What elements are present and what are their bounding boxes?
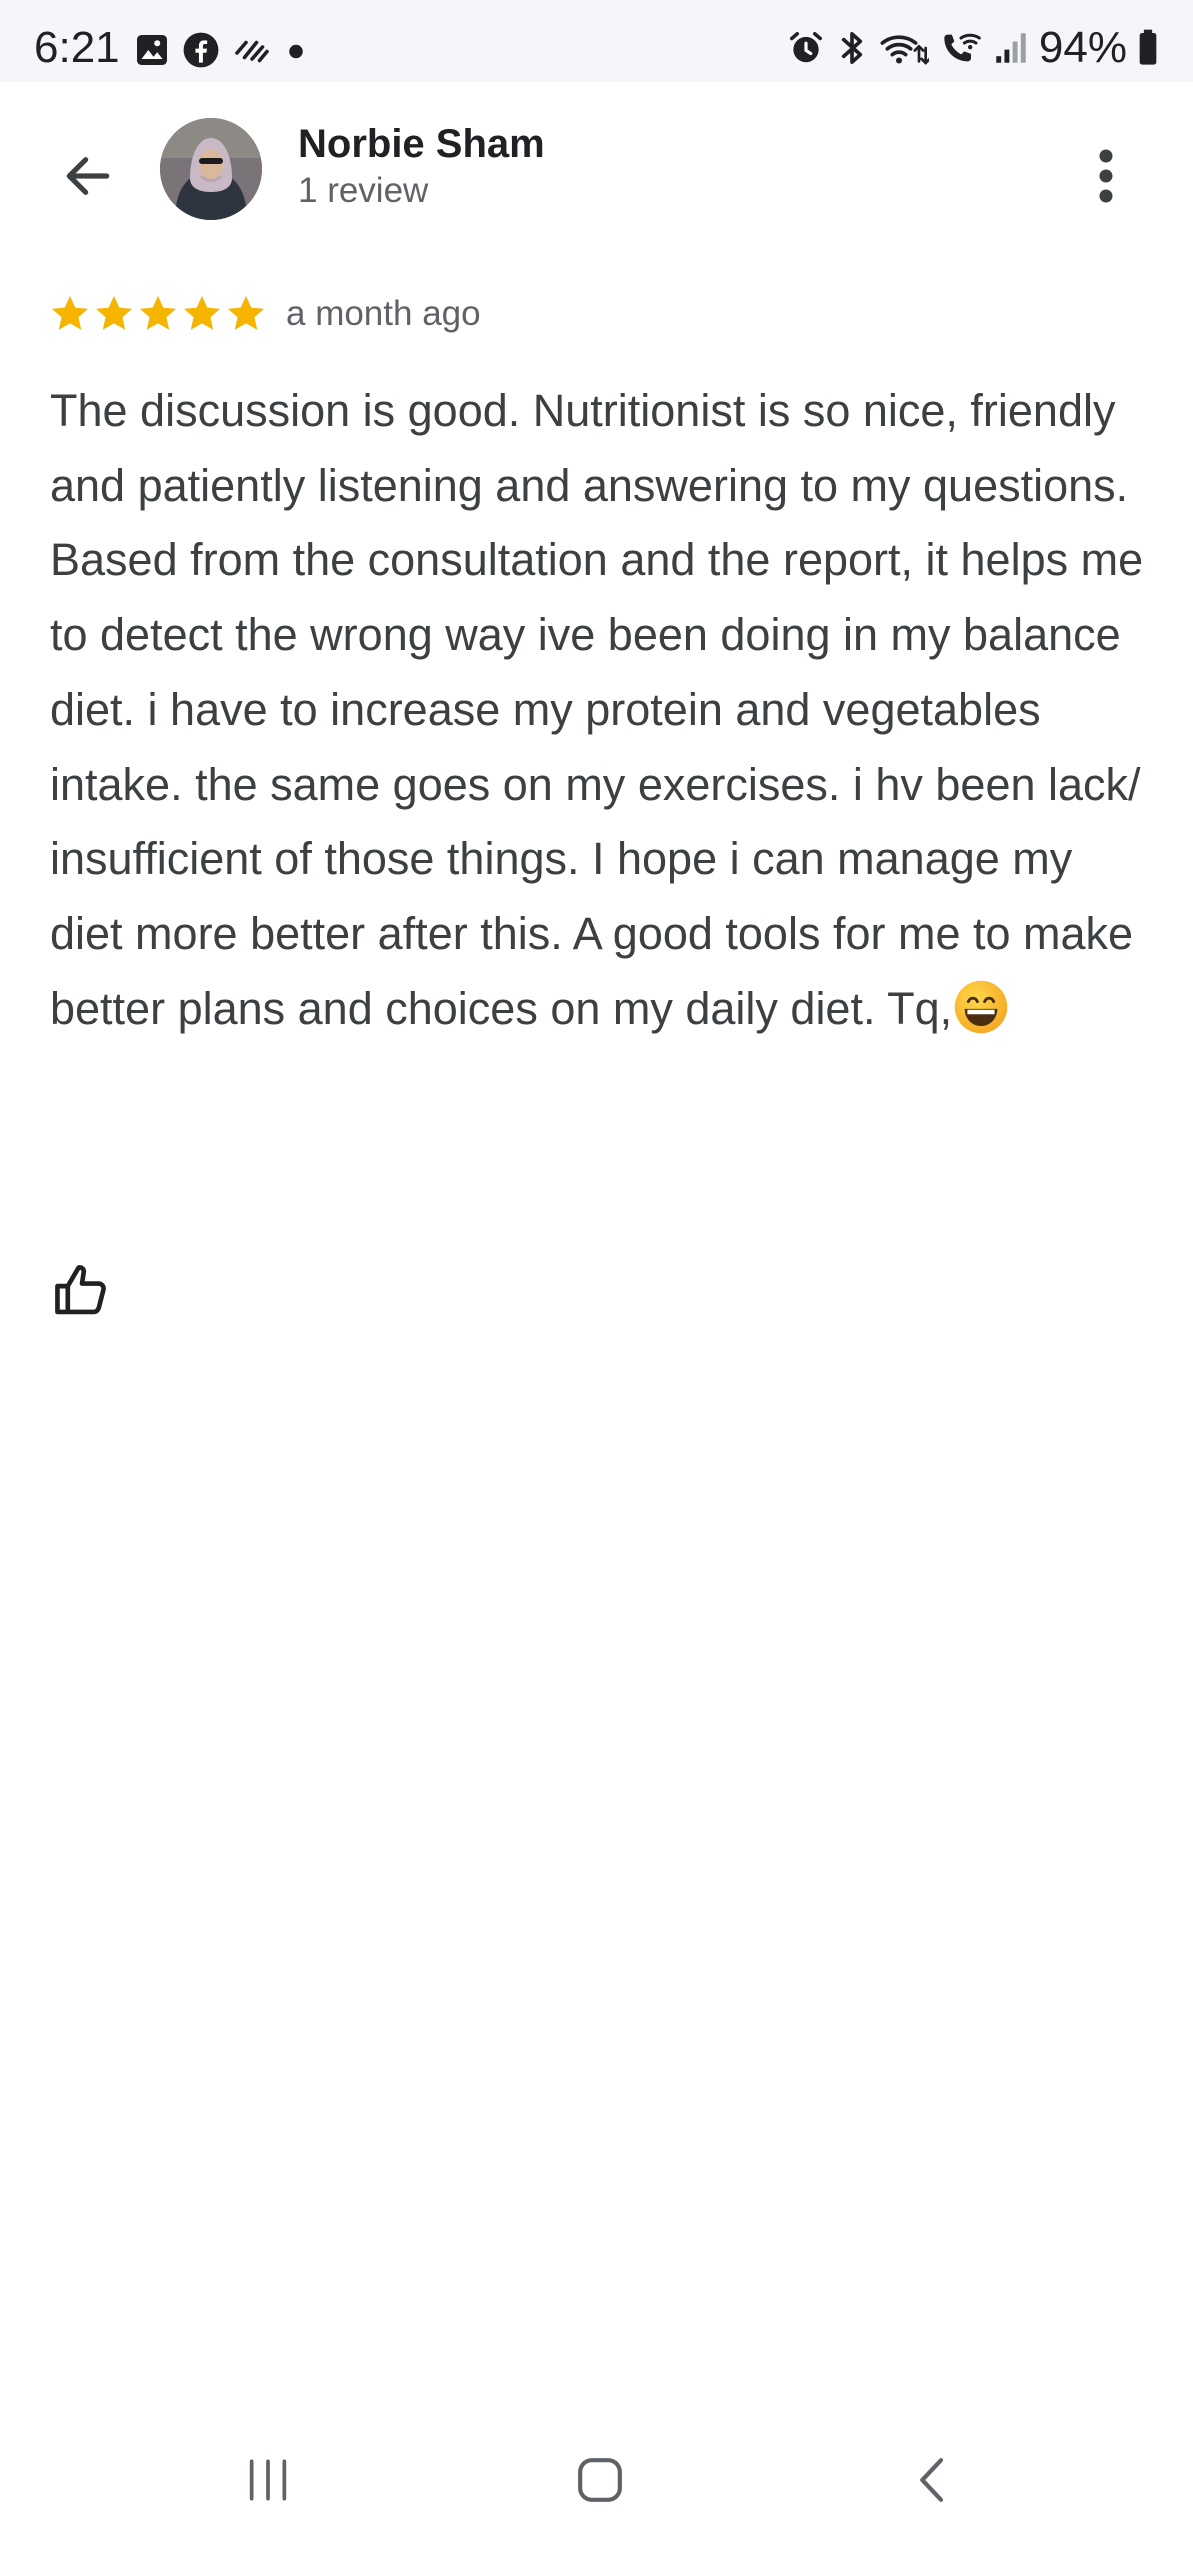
facebook-icon (183, 32, 219, 68)
wifi-icon (880, 35, 929, 65)
thumb-up-icon (55, 1265, 106, 1315)
home-button[interactable] (540, 2430, 660, 2530)
star-rating (48, 292, 268, 336)
image-icon (137, 35, 167, 65)
more-vert-icon (1099, 149, 1113, 203)
dot-icon (289, 44, 303, 59)
battery-percentage: 94% (1038, 23, 1127, 72)
home-icon (578, 2458, 622, 2502)
signal-icon (996, 33, 1026, 63)
bluetooth-icon (841, 32, 863, 64)
data-sync-icon (235, 40, 269, 63)
alarm-icon (789, 32, 822, 63)
battery-icon (1139, 29, 1157, 65)
more-options-button[interactable] (1058, 128, 1154, 224)
back-button[interactable] (40, 128, 136, 224)
avatar-image (160, 118, 262, 220)
grinning-face-emoji (954, 980, 1008, 1033)
status-left-icons (134, 30, 308, 70)
recent-apps-icon (249, 2459, 287, 2501)
status-right-icons: 94% (787, 22, 1159, 74)
review-body-text: The discussion is good. Nutritionist is … (50, 385, 1144, 1034)
star-icon (96, 296, 132, 330)
wifi-calling-icon (944, 33, 981, 62)
arrow-left-icon (66, 157, 110, 195)
system-nav-bar (0, 2420, 1193, 2560)
reviewer-name[interactable]: Norbie Sham (298, 120, 545, 168)
review-count: 1 review (298, 171, 429, 210)
back-nav-icon (920, 2458, 944, 2502)
status-time: 6:21 (34, 23, 120, 72)
star-icon (228, 296, 264, 330)
review-date: a month ago (286, 294, 481, 333)
recent-apps-button[interactable] (208, 2430, 328, 2530)
back-nav-button[interactable] (874, 2430, 994, 2530)
like-button[interactable] (40, 1248, 124, 1332)
avatar[interactable] (160, 118, 262, 220)
star-icon (140, 296, 176, 330)
star-icon (52, 296, 88, 330)
status-bar: 6:21 94% (0, 0, 1193, 82)
review-text: The discussion is good. Nutritionist is … (50, 374, 1150, 1046)
star-icon (184, 296, 220, 330)
